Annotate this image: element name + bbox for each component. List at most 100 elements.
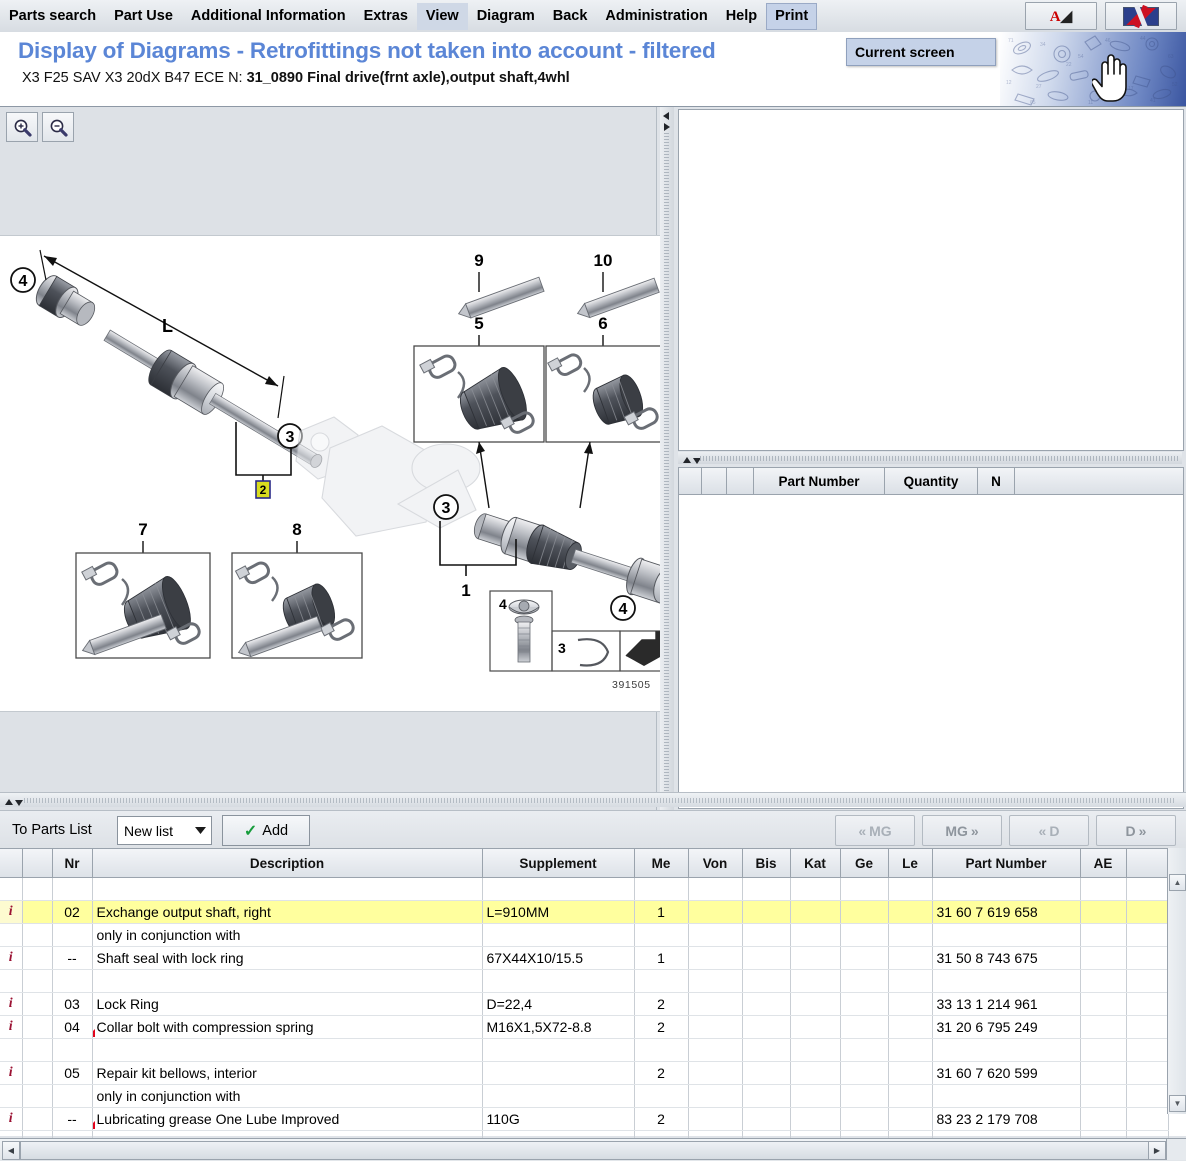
splitter-arrow-icons xyxy=(663,112,670,131)
col-sel-quantity[interactable]: Quantity xyxy=(885,468,978,494)
menu-item-part-use[interactable]: Part Use xyxy=(105,3,182,30)
row-supplement: 67X44X10/15.5 xyxy=(482,946,635,970)
row-last xyxy=(1126,923,1169,947)
menu-item-current-screen[interactable]: Current screen xyxy=(847,44,955,60)
row-nr xyxy=(52,923,93,947)
row-me: 2 xyxy=(634,1061,689,1085)
scroll-right-button[interactable]: ▶ xyxy=(1148,1141,1166,1160)
col-header-ge[interactable]: Ge xyxy=(840,849,889,878)
table-row[interactable]: only in conjunction with xyxy=(0,923,1169,947)
row-last xyxy=(1126,1061,1169,1085)
diagram-image[interactable]: L 4 3 2 9 10 5 6 7 8 3 1 4 4 3 391505 xyxy=(0,235,670,712)
col-header-ae[interactable]: AE xyxy=(1080,849,1127,878)
table-row[interactable]: i 03 Lock Ring D=22,4 2 33 13 1 214 961 xyxy=(0,992,1169,1016)
table-row[interactable]: i -- Lubricating grease One Lube Improved 1… xyxy=(0,1107,1169,1131)
col-header-kat[interactable]: Kat xyxy=(790,849,841,878)
row-info-icon xyxy=(0,1038,23,1062)
col-sel-n[interactable]: N xyxy=(978,468,1015,494)
menu-item-back[interactable]: Back xyxy=(544,3,597,30)
row-le xyxy=(888,946,933,970)
col-sel-part-number[interactable]: Part Number xyxy=(754,468,885,494)
col-header-supplement[interactable]: Supplement xyxy=(482,849,635,878)
selected-parts-body[interactable] xyxy=(679,495,1183,807)
col-header-le[interactable]: Le xyxy=(888,849,933,878)
row-flag-cell xyxy=(22,1015,53,1039)
print-dropdown-menu[interactable]: Current screen xyxy=(846,38,996,66)
row-flag-cell xyxy=(22,946,53,970)
scroll-left-button[interactable]: ◀ xyxy=(2,1141,20,1160)
navigation-buttons: « MG MG » « D D » xyxy=(835,815,1176,846)
col-header-part-number[interactable]: Part Number xyxy=(932,849,1081,878)
col-header-description[interactable]: Description xyxy=(92,849,483,878)
zoom-in-button[interactable] xyxy=(6,112,38,142)
svg-text:5: 5 xyxy=(474,314,483,333)
row-bis xyxy=(742,1084,791,1108)
col-header-me[interactable]: Me xyxy=(634,849,689,878)
menu-item-print[interactable]: Print xyxy=(766,2,818,30)
d-prev-button[interactable]: « D xyxy=(1009,815,1089,846)
row-description: Exchange output shaft, right xyxy=(92,900,483,924)
table-row[interactable]: i 02 Exchange output shaft, right L=910MM 1 3… xyxy=(0,900,1169,924)
row-supplement xyxy=(482,877,635,901)
preview-panel[interactable] xyxy=(678,109,1184,451)
parts-list-select[interactable]: New list xyxy=(117,816,212,845)
aftersales-logo-button[interactable]: A◢ xyxy=(1025,2,1097,30)
col-sel-1[interactable] xyxy=(702,468,727,494)
table-row[interactable]: i 04 Collar bolt with compression spring M1… xyxy=(0,1015,1169,1039)
bottom-splitter-arrow-icons xyxy=(5,799,23,806)
menu-item-help[interactable]: Help xyxy=(717,3,766,30)
row-bis xyxy=(742,946,791,970)
parts-table-vertical-scrollbar[interactable]: ▲ ▼ xyxy=(1167,848,1186,1114)
add-button[interactable]: ✓ Add xyxy=(222,815,310,846)
row-flag-cell xyxy=(22,877,53,901)
menu-item-parts-search[interactable]: Parts search xyxy=(0,3,105,30)
row-von xyxy=(688,923,743,947)
d-prev-label: D xyxy=(1049,822,1060,839)
menu-item-additional-information[interactable]: Additional Information xyxy=(182,3,355,30)
row-nr: 05 xyxy=(52,1061,93,1085)
col-sel-2[interactable] xyxy=(727,468,754,494)
col-header-von[interactable]: Von xyxy=(688,849,743,878)
parts-list-toolbar: To Parts List New list ✓ Add « MG MG » «… xyxy=(0,810,1186,849)
menu-item-diagram[interactable]: Diagram xyxy=(468,3,544,30)
row-ae xyxy=(1080,946,1127,970)
menu-item-administration[interactable]: Administration xyxy=(596,3,716,30)
table-row[interactable]: only in conjunction with xyxy=(0,1084,1169,1108)
svg-text:1: 1 xyxy=(461,581,470,600)
language-flag-button[interactable] xyxy=(1105,2,1177,30)
table-row[interactable] xyxy=(0,877,1169,901)
parts-list-select-value: New list xyxy=(124,822,174,839)
table-row[interactable] xyxy=(0,969,1169,993)
horizontal-scroll-thumb[interactable] xyxy=(20,1141,1168,1160)
col-header-nr[interactable]: Nr xyxy=(52,849,93,878)
row-von xyxy=(688,1061,743,1085)
scroll-up-button[interactable]: ▲ xyxy=(1169,874,1186,891)
col-header-last[interactable] xyxy=(1126,849,1169,878)
scroll-down-button[interactable]: ▼ xyxy=(1169,1095,1186,1112)
zoom-out-button[interactable] xyxy=(42,112,74,142)
table-row[interactable]: i -- Shaft seal with lock ring 67X44X10/15.… xyxy=(0,946,1169,970)
col-header-1[interactable] xyxy=(22,849,53,878)
zoom-in-icon xyxy=(14,119,32,137)
col-header-0[interactable] xyxy=(0,849,23,878)
right-horizontal-splitter[interactable] xyxy=(678,452,1182,464)
row-kat xyxy=(790,1038,841,1062)
row-kat xyxy=(790,877,841,901)
table-row[interactable]: i 05 Repair kit bellows, interior 2 31 60 7 … xyxy=(0,1061,1169,1085)
col-header-bis[interactable]: Bis xyxy=(742,849,791,878)
bottom-splitter-arrows[interactable] xyxy=(4,795,24,810)
mg-prev-button[interactable]: « MG xyxy=(835,815,915,846)
vertical-splitter[interactable] xyxy=(660,107,674,810)
right-splitter-arrows[interactable] xyxy=(682,453,702,468)
row-last xyxy=(1126,946,1169,970)
row-ge xyxy=(840,1038,889,1062)
bottom-horizontal-splitter[interactable] xyxy=(0,792,1186,807)
d-next-button[interactable]: D » xyxy=(1096,815,1176,846)
menu-item-extras[interactable]: Extras xyxy=(355,3,417,30)
parts-table-horizontal-scrollbar[interactable]: ◀ ▶ xyxy=(0,1138,1186,1161)
mg-next-button[interactable]: MG » xyxy=(922,815,1002,846)
table-row[interactable] xyxy=(0,1038,1169,1062)
row-bis xyxy=(742,1061,791,1085)
col-sel-0[interactable] xyxy=(679,468,702,494)
menu-item-view[interactable]: View xyxy=(416,2,468,30)
